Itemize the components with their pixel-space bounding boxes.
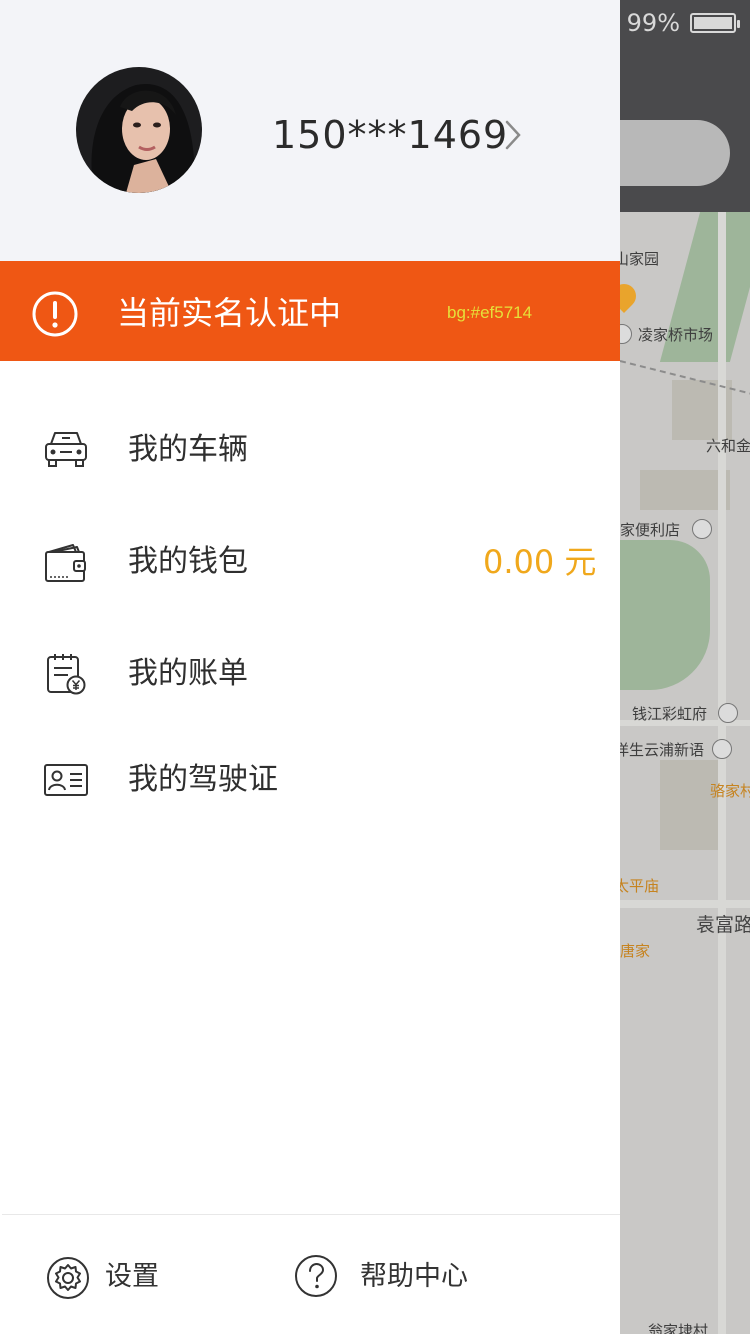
map-block [640, 470, 730, 510]
map-label: 袁富路 [696, 914, 750, 936]
menu-item-wallet[interactable]: 我的钱包 0.00 元 [0, 512, 620, 612]
map-label: 钱江彩虹府 [632, 705, 708, 723]
gear-icon [47, 1257, 89, 1299]
id-card-icon [44, 764, 88, 796]
map-label: 山家园 [614, 250, 660, 268]
map-block [660, 760, 720, 850]
footer-divider [2, 1214, 620, 1215]
menu-label-bills: 我的账单 [128, 656, 248, 691]
map-label: 家便利店 [620, 521, 681, 539]
menu-item-vehicles[interactable]: 我的车辆 [0, 400, 620, 500]
help-center-button[interactable]: 帮助中心 [294, 1254, 484, 1300]
battery-icon [690, 13, 740, 33]
alert-circle-icon [32, 291, 78, 337]
map-label: 唐家 [620, 942, 651, 960]
building-poi-icon [718, 703, 738, 723]
map-label: 凌家桥市场 [638, 326, 714, 344]
menu-item-bills[interactable]: 我的账单 [0, 624, 620, 724]
user-phone-number[interactable]: 150***1469 [272, 110, 508, 160]
settings-button[interactable]: 设置 [46, 1254, 176, 1300]
settings-label: 设置 [105, 1261, 159, 1292]
map-label: 洋生云浦新语 [614, 741, 705, 759]
bill-icon [47, 654, 86, 695]
map-label: 六和金 [706, 437, 750, 455]
avatar[interactable] [76, 67, 202, 193]
wallet-balance: 0.00 元 [483, 543, 597, 581]
map-road [718, 212, 726, 1334]
status-bar: 99% [626, 8, 740, 38]
map-road [620, 900, 750, 908]
chevron-right-icon[interactable] [504, 119, 522, 151]
car-icon [45, 432, 87, 467]
banner-color-note: bg:#ef5714 [447, 303, 533, 322]
menu-label-license: 我的驾驶证 [128, 762, 278, 797]
map-label: 太平庙 [614, 877, 660, 895]
menu-label-wallet: 我的钱包 [128, 544, 248, 579]
map-label: 骆家村 [710, 782, 750, 800]
building-poi-icon [712, 739, 732, 759]
menu-label-vehicles: 我的车辆 [128, 432, 248, 467]
help-circle-icon [295, 1255, 337, 1297]
wallet-icon [45, 544, 86, 582]
shop-poi-icon [692, 519, 712, 539]
map-label: 翁家埭村 [648, 1322, 709, 1334]
verification-status-text: 当前实名认证中 [117, 294, 342, 332]
help-center-label: 帮助中心 [360, 1261, 468, 1292]
battery-percent: 99% [626, 9, 680, 37]
menu-item-license[interactable]: 我的驾驶证 [0, 730, 620, 830]
profile-header[interactable]: 150***1469 [0, 0, 620, 261]
map-park [620, 540, 710, 690]
side-drawer: 150***1469 当前实名认证中 bg:#ef5714 我的车辆 我的钱包 … [0, 0, 620, 1334]
